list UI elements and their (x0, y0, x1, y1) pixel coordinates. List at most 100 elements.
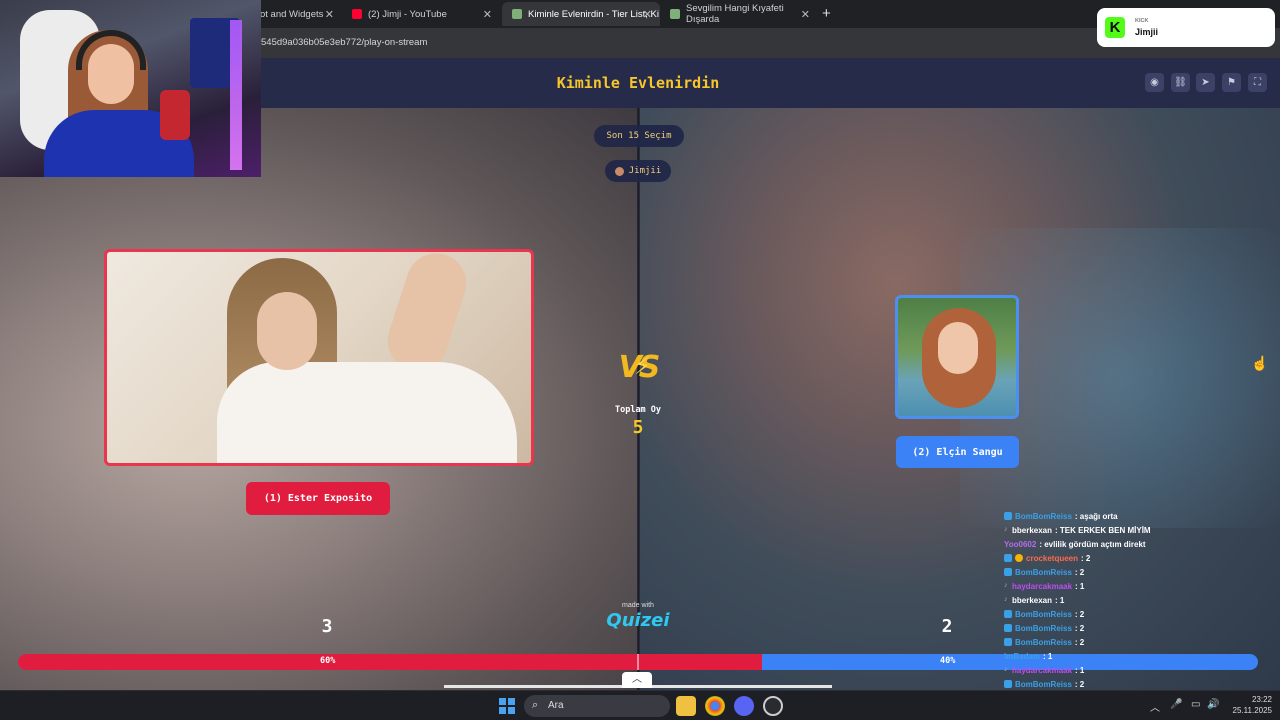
share-icon[interactable]: ⛓ (1171, 73, 1190, 92)
music-note-icon: ♪ (1004, 596, 1008, 603)
kick-stream-card[interactable]: K KICK Jimjii (1097, 8, 1275, 47)
moderator-badge-icon (1004, 568, 1012, 576)
kick-logo-icon: K (1105, 17, 1125, 38)
progress-midline (637, 654, 639, 670)
avatar (614, 166, 624, 176)
moderator-badge-icon (1004, 624, 1012, 632)
hand-cursor-icon: ☝ (1251, 355, 1269, 371)
send-icon[interactable]: ➤ (1196, 73, 1215, 92)
clock[interactable]: 23:22 25.11.2025 (1226, 694, 1272, 716)
close-icon[interactable]: ✕ (801, 8, 810, 21)
chat-username[interactable]: BomBomReiss (1015, 624, 1072, 633)
option-2-percent: 40% (940, 656, 956, 666)
chat-username[interactable]: BomBomReiss (1015, 638, 1072, 647)
photo-detail (938, 322, 978, 374)
moderator-badge-icon (1004, 512, 1012, 520)
quizei-favicon-icon (512, 9, 522, 19)
moderator-badge-icon (1004, 680, 1012, 688)
new-tab-button[interactable]: + (822, 5, 831, 22)
quizei-logo[interactable]: Quizei (596, 610, 680, 631)
clock-date: 25.11.2025 (1232, 706, 1272, 715)
chat-username[interactable]: Yoo0602 (1004, 540, 1036, 549)
tab-widgets[interactable]: ot and Widgets ✕ (250, 2, 342, 26)
chat-text: : 1 (1075, 665, 1085, 675)
chat-message: BomBomReiss: 2 (1004, 677, 1274, 691)
chat-overlay: BomBomReiss: aşağı orta ♪ bberkexan: TEK E… (1004, 509, 1274, 705)
chat-message: ♪ bberkexan: TEK ERKEK BEN MİYİM (1004, 523, 1274, 537)
chat-username[interactable]: BomBomReiss (1015, 610, 1072, 619)
file-explorer-icon[interactable] (676, 696, 696, 716)
streamer-pill: Jimjii (605, 160, 671, 182)
option-1-button[interactable]: (1) Ester Exposito (246, 482, 390, 515)
fullscreen-icon[interactable]: ⛶ (1248, 73, 1267, 92)
url-text[interactable]: 545d9a036b05e3eb772/play-on-stream (261, 37, 427, 48)
webcam-detail (230, 20, 242, 170)
chat-text: : TEK ERKEK BEN MİYİM (1055, 525, 1151, 535)
tab-sevgilim[interactable]: Sevgilim Hangi Kıyafeti Dışarda ✕ (660, 2, 818, 26)
option-2-image[interactable] (895, 295, 1019, 419)
tab-kiminle-evlenirdin[interactable]: Kiminle Evlenirdin - Tier List, Ki ✕ (502, 2, 660, 26)
chat-text: : 1 (1043, 651, 1053, 661)
microphone-icon[interactable]: 🎤 (1170, 699, 1182, 710)
made-with-label: made with (622, 602, 654, 609)
chat-username[interactable]: haydarcakmaak (1012, 582, 1072, 591)
windows-taskbar: ⌕ Ara ︿ 🎤 ▭ 🔊 23:22 25.11.2025 (0, 690, 1280, 720)
windows-start-icon[interactable] (499, 698, 515, 714)
music-note-icon: ♪ (1004, 582, 1008, 589)
chat-username[interactable]: crocketqueen (1026, 554, 1078, 563)
option-1-image[interactable] (104, 249, 534, 466)
tab-title: Kiminle Evlenirdin - Tier List, Ki (528, 8, 659, 20)
chat-text: : 2 (1074, 609, 1085, 619)
photo-detail (379, 252, 475, 379)
obs-icon[interactable] (763, 696, 783, 716)
close-icon[interactable]: ✕ (325, 8, 334, 21)
total-votes-label: Toplam Oy (614, 405, 662, 415)
chat-username[interactable]: haydarcakmaak (1012, 666, 1072, 675)
vs-logo: VS ⚡ (612, 350, 664, 390)
chat-username[interactable]: BomBomReiss (1015, 568, 1072, 577)
tab-title: (2) Jimji - YouTube (368, 8, 447, 20)
option-2-button[interactable]: (2) Elçin Sangu (896, 436, 1019, 468)
streamer-name: Jimjii (628, 166, 662, 176)
flag-icon[interactable]: ⚑ (1222, 73, 1241, 92)
webcam-detail (160, 90, 190, 140)
chat-text: : 2 (1081, 553, 1091, 563)
chat-text: : aşağı orta (1074, 511, 1118, 521)
recent-choices-pill[interactable]: Son 15 Seçim (594, 125, 684, 147)
chat-message: ImBadam: 1 (1004, 649, 1274, 663)
chat-username[interactable]: bberkexan (1012, 596, 1052, 605)
chevron-up-icon[interactable]: ︿ (1150, 699, 1160, 714)
moderator-badge-icon (1004, 554, 1012, 562)
chat-message: Yoo0602: evlilik gördüm açtım direkt (1004, 537, 1274, 551)
chat-message: ♪ haydarcakmaak: 1 (1004, 579, 1274, 593)
chat-text: : 2 (1074, 623, 1085, 633)
photo-detail (257, 292, 317, 370)
chat-message: BomBomReiss: 2 (1004, 621, 1274, 635)
volume-icon[interactable]: 🔊 (1207, 699, 1219, 710)
chat-username[interactable]: bberkexan (1012, 526, 1052, 535)
screen: ot and Widgets ✕ (2) Jimji - YouTube ✕ K… (0, 0, 1280, 720)
close-icon[interactable]: ✕ (643, 8, 652, 21)
tab-title: Sevgilim Hangi Kıyafeti Dışarda (686, 3, 784, 25)
total-votes-value: 5 (632, 417, 644, 438)
chrome-icon[interactable] (705, 696, 725, 716)
chat-username[interactable]: ImBadam (1004, 652, 1040, 661)
taskbar-search-placeholder: Ara (548, 700, 564, 711)
tab-youtube[interactable]: (2) Jimji - YouTube ✕ (342, 2, 500, 26)
chat-username[interactable]: BomBomReiss (1015, 512, 1072, 521)
chat-message: BomBomReiss: aşağı orta (1004, 509, 1274, 523)
chat-username[interactable]: BomBomReiss (1015, 680, 1072, 689)
taskbar-search[interactable]: ⌕ Ara (524, 695, 670, 717)
close-icon[interactable]: ✕ (483, 8, 492, 21)
webcam-overlay (0, 0, 261, 177)
discord-icon[interactable] (734, 696, 754, 716)
moderator-badge-icon (1004, 610, 1012, 618)
option-1-progress-fill (18, 654, 762, 670)
network-icon[interactable]: ▭ (1191, 699, 1200, 710)
photo-detail (217, 362, 517, 463)
chat-message: BomBomReiss: 2 (1004, 607, 1274, 621)
music-note-icon: ♪ (1004, 666, 1008, 673)
chevron-up-icon[interactable]: ︿ (622, 672, 652, 688)
chat-text: : 1 (1075, 581, 1085, 591)
eye-icon[interactable]: ◉ (1145, 73, 1164, 92)
